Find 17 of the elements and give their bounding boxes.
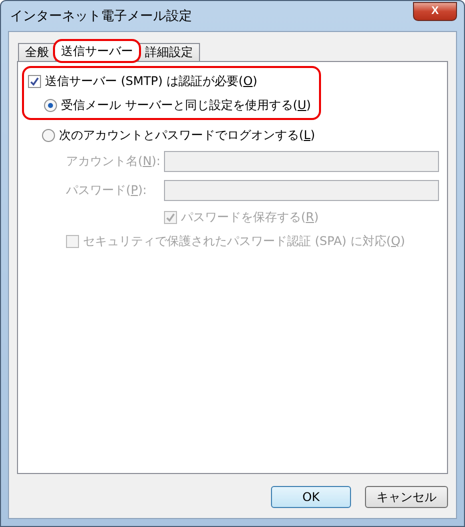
tab[interactable]: 送信サーバー bbox=[54, 40, 140, 62]
close-button[interactable]: X bbox=[413, 2, 457, 20]
radio-label: 次のアカウントとパスワードでログオンする(L) bbox=[59, 126, 316, 144]
window-title: インターネット電子メール設定 bbox=[9, 8, 192, 25]
checkbox-label: 送信サーバー (SMTP) は認証が必要(O) bbox=[45, 72, 258, 90]
tab[interactable]: 詳細設定 bbox=[138, 43, 200, 62]
cancel-button[interactable]: キャンセル bbox=[365, 486, 448, 508]
ok-button[interactable]: OK bbox=[271, 486, 351, 508]
tab[interactable]: 全般 bbox=[18, 43, 56, 62]
field-label: パスワード(P): bbox=[66, 182, 148, 199]
checkbox-label: パスワードを保存する(R) bbox=[181, 208, 319, 226]
field-label: アカウント名(N): bbox=[66, 153, 162, 170]
radio-button[interactable] bbox=[42, 128, 55, 142]
checkbox-label: セキュリティで保護されたパスワード認証 (SPA) に対応(Q) bbox=[83, 232, 406, 250]
checkbox[interactable] bbox=[28, 74, 41, 88]
radio-label: 受信メール サーバーと同じ設定を使用する(U) bbox=[61, 96, 311, 114]
radio-button[interactable] bbox=[44, 98, 57, 112]
